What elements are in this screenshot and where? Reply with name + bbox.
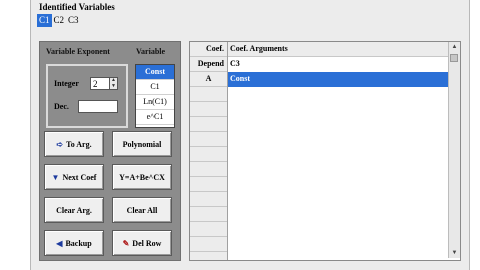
- args-cell[interactable]: [228, 192, 448, 207]
- coef-cell: [190, 87, 228, 102]
- empty-table-row[interactable]: [190, 207, 448, 222]
- variable-list[interactable]: Const C1 Ln(C1) e^C1: [135, 64, 175, 128]
- args-column-header: Coef. Arguments: [230, 44, 288, 53]
- variable-item-const[interactable]: Const: [136, 65, 174, 80]
- scroll-up-icon[interactable]: ▲: [449, 42, 460, 52]
- to-arg-button[interactable]: ➪ To Arg.: [44, 131, 104, 157]
- coef-cell: [190, 252, 228, 260]
- identified-variables-tabs: C1 C2 C3: [37, 14, 81, 27]
- variable-panel: Variable Exponent Variable Integer 2 ▲ ▼…: [39, 41, 181, 261]
- empty-table-row[interactable]: [190, 132, 448, 147]
- to-arg-label: To Arg.: [66, 139, 92, 149]
- polynomial-button[interactable]: Polynomial: [112, 131, 172, 157]
- next-coef-label: Next Coef: [62, 172, 97, 182]
- args-cell[interactable]: [228, 132, 448, 147]
- coef-cell: [190, 162, 228, 177]
- table-row[interactable]: A Const: [190, 72, 448, 87]
- arrow-right-icon: ➪: [56, 139, 64, 149]
- dec-input[interactable]: [78, 100, 118, 113]
- curve-fit-window: Identified Variables C1 C2 C3 Variable E…: [30, 0, 470, 270]
- args-cell[interactable]: C3: [228, 57, 448, 72]
- empty-table-row[interactable]: [190, 162, 448, 177]
- coef-cell: Depend: [190, 57, 228, 72]
- args-cell[interactable]: [228, 102, 448, 117]
- args-cell[interactable]: [228, 147, 448, 162]
- args-cell[interactable]: [228, 87, 448, 102]
- empty-table-row[interactable]: [190, 177, 448, 192]
- empty-table-row[interactable]: [190, 237, 448, 252]
- coef-cell: [190, 132, 228, 147]
- coef-cell: [190, 222, 228, 237]
- vertical-scrollbar[interactable]: ▲ ▼: [448, 42, 460, 258]
- variable-item-ln-c1[interactable]: Ln(C1): [136, 95, 174, 110]
- table-row[interactable]: Depend C3: [190, 57, 448, 72]
- coef-cell: A: [190, 72, 228, 87]
- variable-header: Variable: [136, 47, 166, 56]
- backup-button[interactable]: ◀ Backup: [44, 230, 104, 256]
- args-cell[interactable]: [228, 207, 448, 222]
- del-row-label: Del Row: [132, 238, 162, 248]
- args-cell[interactable]: Const: [228, 72, 448, 87]
- args-cell[interactable]: [228, 177, 448, 192]
- variable-tab-c1[interactable]: C1: [37, 14, 52, 27]
- identified-variables-label: Identified Variables: [39, 2, 115, 12]
- exponent-box: Integer 2 ▲ ▼ Dec.: [46, 64, 128, 128]
- integer-label: Integer: [54, 79, 79, 88]
- variable-item-exp-c1[interactable]: e^C1: [136, 110, 174, 125]
- args-cell[interactable]: [228, 222, 448, 237]
- scroll-thumb[interactable]: [450, 54, 458, 62]
- args-cell[interactable]: [228, 162, 448, 177]
- args-cell[interactable]: [228, 252, 448, 260]
- variable-item-c1[interactable]: C1: [136, 80, 174, 95]
- empty-table-row[interactable]: [190, 102, 448, 117]
- coef-cell: [190, 192, 228, 207]
- scroll-down-icon[interactable]: ▼: [449, 248, 460, 258]
- empty-table-row[interactable]: [190, 87, 448, 102]
- variable-exponent-header: Variable Exponent: [46, 47, 110, 56]
- grid-header-row: Coef. Coef. Arguments: [190, 42, 448, 57]
- coef-cell: [190, 207, 228, 222]
- arrow-left-icon: ◀: [56, 238, 63, 248]
- coef-cell: [190, 102, 228, 117]
- coef-cell: [190, 147, 228, 162]
- coef-cell: [190, 177, 228, 192]
- empty-table-row[interactable]: [190, 252, 448, 260]
- clear-arg-label: Clear Arg.: [56, 205, 92, 215]
- delete-icon: ✎: [122, 238, 130, 248]
- del-row-button[interactable]: ✎ Del Row: [112, 230, 172, 256]
- args-cell[interactable]: [228, 117, 448, 132]
- empty-table-row[interactable]: [190, 192, 448, 207]
- coef-cell: [190, 237, 228, 252]
- args-cell[interactable]: [228, 237, 448, 252]
- next-coef-button[interactable]: ▼ Next Coef: [44, 164, 104, 190]
- integer-spinner[interactable]: 2: [90, 77, 110, 90]
- variable-tab-c3[interactable]: C3: [66, 14, 81, 27]
- dec-label: Dec.: [54, 102, 69, 111]
- formula-label: Y=A+Be^CX: [119, 172, 165, 182]
- coef-column-header: Coef.: [190, 42, 228, 57]
- backup-label: Backup: [65, 238, 92, 248]
- variable-tab-c2[interactable]: C2: [52, 14, 67, 27]
- clear-arg-button[interactable]: Clear Arg.: [44, 197, 104, 223]
- coef-cell: [190, 117, 228, 132]
- polynomial-label: Polynomial: [122, 139, 162, 149]
- empty-table-row[interactable]: [190, 117, 448, 132]
- spinner-arrows[interactable]: ▲ ▼: [110, 77, 118, 90]
- coefficient-grid[interactable]: Coef. Coef. Arguments Depend C3 A Const …: [189, 41, 461, 261]
- spin-down-icon[interactable]: ▼: [110, 84, 117, 90]
- exponential-formula-button[interactable]: Y=A+Be^CX: [112, 164, 172, 190]
- arrow-down-icon: ▼: [51, 172, 60, 182]
- empty-table-row[interactable]: [190, 147, 448, 162]
- clear-all-label: Clear All: [126, 205, 158, 215]
- empty-table-row[interactable]: [190, 222, 448, 237]
- clear-all-button[interactable]: Clear All: [112, 197, 172, 223]
